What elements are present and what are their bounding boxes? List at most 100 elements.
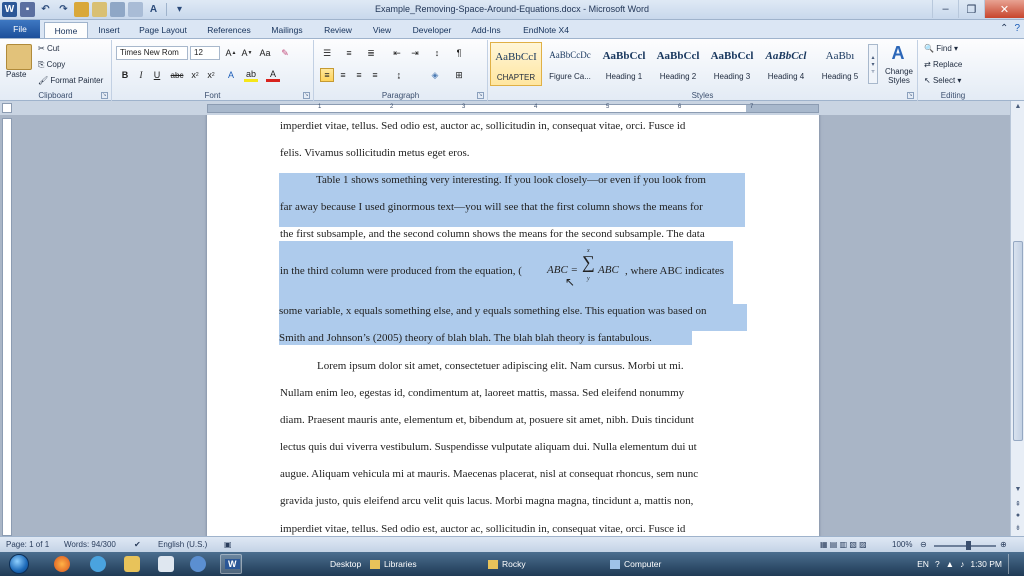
selected-line[interactable]: some variable, x equals something else, … [279,304,747,318]
text-line[interactable]: diam. Praesent mauris ante, elementum et… [280,413,694,427]
clipboard-launcher-icon[interactable]: ↘ [101,92,108,99]
paste-button[interactable]: Paste [6,70,26,79]
network-icon[interactable]: ▲ [946,559,954,569]
tab-mailings[interactable]: Mailings [264,22,310,38]
vertical-ruler[interactable] [2,118,12,536]
tab-view[interactable]: View [366,22,398,38]
close-button[interactable]: ✕ [984,0,1024,18]
underline-icon[interactable]: U [150,68,164,82]
paragraph-launcher-icon[interactable]: ↘ [477,92,484,99]
next-page-icon[interactable]: ⇟ [1012,524,1024,536]
style-heading-1[interactable]: AaBbCcl Heading 1 [598,42,650,86]
text-line[interactable]: gravida justo, quis eleifend arcu velit … [280,494,693,508]
selected-line[interactable]: far away because I used ginormous text—y… [280,200,703,214]
copy-button[interactable]: ⎘ Copy [38,60,65,70]
selected-line[interactable]: Table 1 shows something very interesting… [279,173,745,187]
select-button[interactable]: ↖ Select ▾ [924,76,961,85]
previous-page-icon[interactable]: ⇞ [1012,500,1024,512]
tab-selector[interactable] [2,103,12,113]
explorer-icon[interactable] [124,556,140,572]
line-spacing-icon[interactable]: ↨ [392,68,406,82]
minimize-button[interactable]: – [932,0,958,18]
help-icon[interactable]: ? [1014,23,1020,34]
volume-icon[interactable]: ♪ [960,559,964,569]
text-line[interactable]: imperdiet vitae, tellus. Sed odio est, a… [280,522,685,536]
tab-endnote[interactable]: EndNote X4 [516,22,576,38]
desktop-toolbar[interactable]: Desktop [326,554,365,574]
font-launcher-icon[interactable]: ↘ [303,92,310,99]
clear-formatting-icon[interactable]: ✎ [278,46,292,60]
justify-icon[interactable]: ≡ [368,68,382,82]
vertical-scrollbar[interactable]: ▲ ▼ ⇞ ● ⇟ [1010,101,1024,536]
align-center-icon[interactable]: ≡ [336,68,350,82]
style-chapter[interactable]: AaBbCcI CHAPTER [490,42,542,86]
zoom-level[interactable]: 100% [892,540,912,549]
text-line[interactable]: Nullam enim leo, egestas id, condimentum… [280,386,684,400]
change-case-icon[interactable]: Aa [258,46,272,60]
style-heading-2[interactable]: AaBbCcl Heading 2 [652,42,704,86]
browse-object-icon[interactable]: ● [1012,512,1024,524]
tab-insert[interactable]: Insert [92,22,126,38]
text-line[interactable]: augue. Aliquam vehicula mi at mauris. Ma… [280,467,698,481]
language-indicator[interactable]: EN [917,559,929,569]
word-count[interactable]: Words: 94/300 [64,540,116,549]
scroll-down-icon[interactable]: ▼ [1012,486,1024,498]
style-heading-5[interactable]: AaBbı Heading 5 [814,42,866,86]
tab-home[interactable]: Home [44,22,88,38]
zoom-out-icon[interactable]: ⊖ [920,540,927,549]
find-button[interactable]: 🔍 Find ▾ [924,44,958,53]
language[interactable]: English (U.S.) [158,540,207,549]
horizontal-ruler[interactable]: 1 2 3 4 5 6 7 [207,104,819,113]
paste-icon[interactable] [6,44,32,70]
superscript-icon[interactable]: x2 [204,68,218,82]
view-buttons[interactable]: ▦ ▤ ▥ ▧ ▨ [820,540,867,549]
strikethrough-icon[interactable]: abc [170,68,184,82]
highlight-icon[interactable]: ab [244,68,258,82]
change-styles-icon[interactable]: A [884,42,912,64]
align-right-icon[interactable]: ≡ [352,68,366,82]
style-heading-3[interactable]: AaBbCcl Heading 3 [706,42,758,86]
text-line[interactable]: imperdiet vitae, tellus. Sed odio est, a… [280,119,685,133]
show-formatting-icon[interactable]: ¶ [452,46,466,60]
zoom-slider-thumb[interactable] [966,541,971,550]
styles-launcher-icon[interactable]: ↘ [907,92,914,99]
macro-icon[interactable]: ▣ [224,540,232,549]
text-line[interactable]: felis. Vivamus sollicitudin metus eget e… [280,146,469,160]
italic-icon[interactable]: I [134,68,148,82]
tab-file[interactable]: File [0,20,40,38]
tab-developer[interactable]: Developer [406,22,458,38]
increase-indent-icon[interactable]: ⇥ [408,46,422,60]
restore-button[interactable]: ❐ [958,0,984,18]
cut-button[interactable]: ✂ Cut [38,44,59,53]
help-tray-icon[interactable]: ? [935,559,940,569]
tab-page-layout[interactable]: Page Layout [134,22,192,38]
firefox-icon[interactable] [54,556,70,572]
borders-icon[interactable]: ⊞ [452,68,466,82]
align-left-icon[interactable]: ≡ [320,68,334,82]
bullets-icon[interactable]: ☰ [320,46,334,60]
mail-icon[interactable] [158,556,174,572]
replace-button[interactable]: ⇄ Replace [924,60,962,69]
style-heading-4[interactable]: AaBbCcl Heading 4 [760,42,812,86]
ie-icon[interactable] [90,556,106,572]
grow-font-icon[interactable]: A ▲ [224,46,238,60]
page-count[interactable]: Page: 1 of 1 [6,540,49,549]
zoom-in-icon[interactable]: ⊕ [1000,540,1007,549]
clock[interactable]: 1:30 PM [970,559,1002,569]
media-icon[interactable] [190,556,206,572]
start-button[interactable] [4,552,34,576]
proofing-icon[interactable]: ✔ [134,540,141,549]
document-area[interactable]: imperdiet vitae, tellus. Sed odio est, a… [14,115,1010,536]
equation-trailing-text[interactable]: , where ABC indicates [625,264,724,278]
selected-line[interactable]: in the third column were produced from t… [280,264,522,278]
scroll-up-icon[interactable]: ▲ [1012,103,1024,115]
word-taskbar-button[interactable]: W [220,554,242,574]
document-page[interactable]: imperdiet vitae, tellus. Sed odio est, a… [207,115,819,536]
font-name-dropdown[interactable]: Times New Rom [116,46,188,60]
minimize-ribbon-icon[interactable]: ⌃ [1000,23,1008,34]
tab-add-ins[interactable]: Add-Ins [464,22,508,38]
selected-line[interactable]: the first subsample, and the second colu… [280,227,705,241]
subscript-icon[interactable]: x2 [188,68,202,82]
tab-references[interactable]: References [200,22,258,38]
zoom-slider[interactable] [934,545,996,547]
